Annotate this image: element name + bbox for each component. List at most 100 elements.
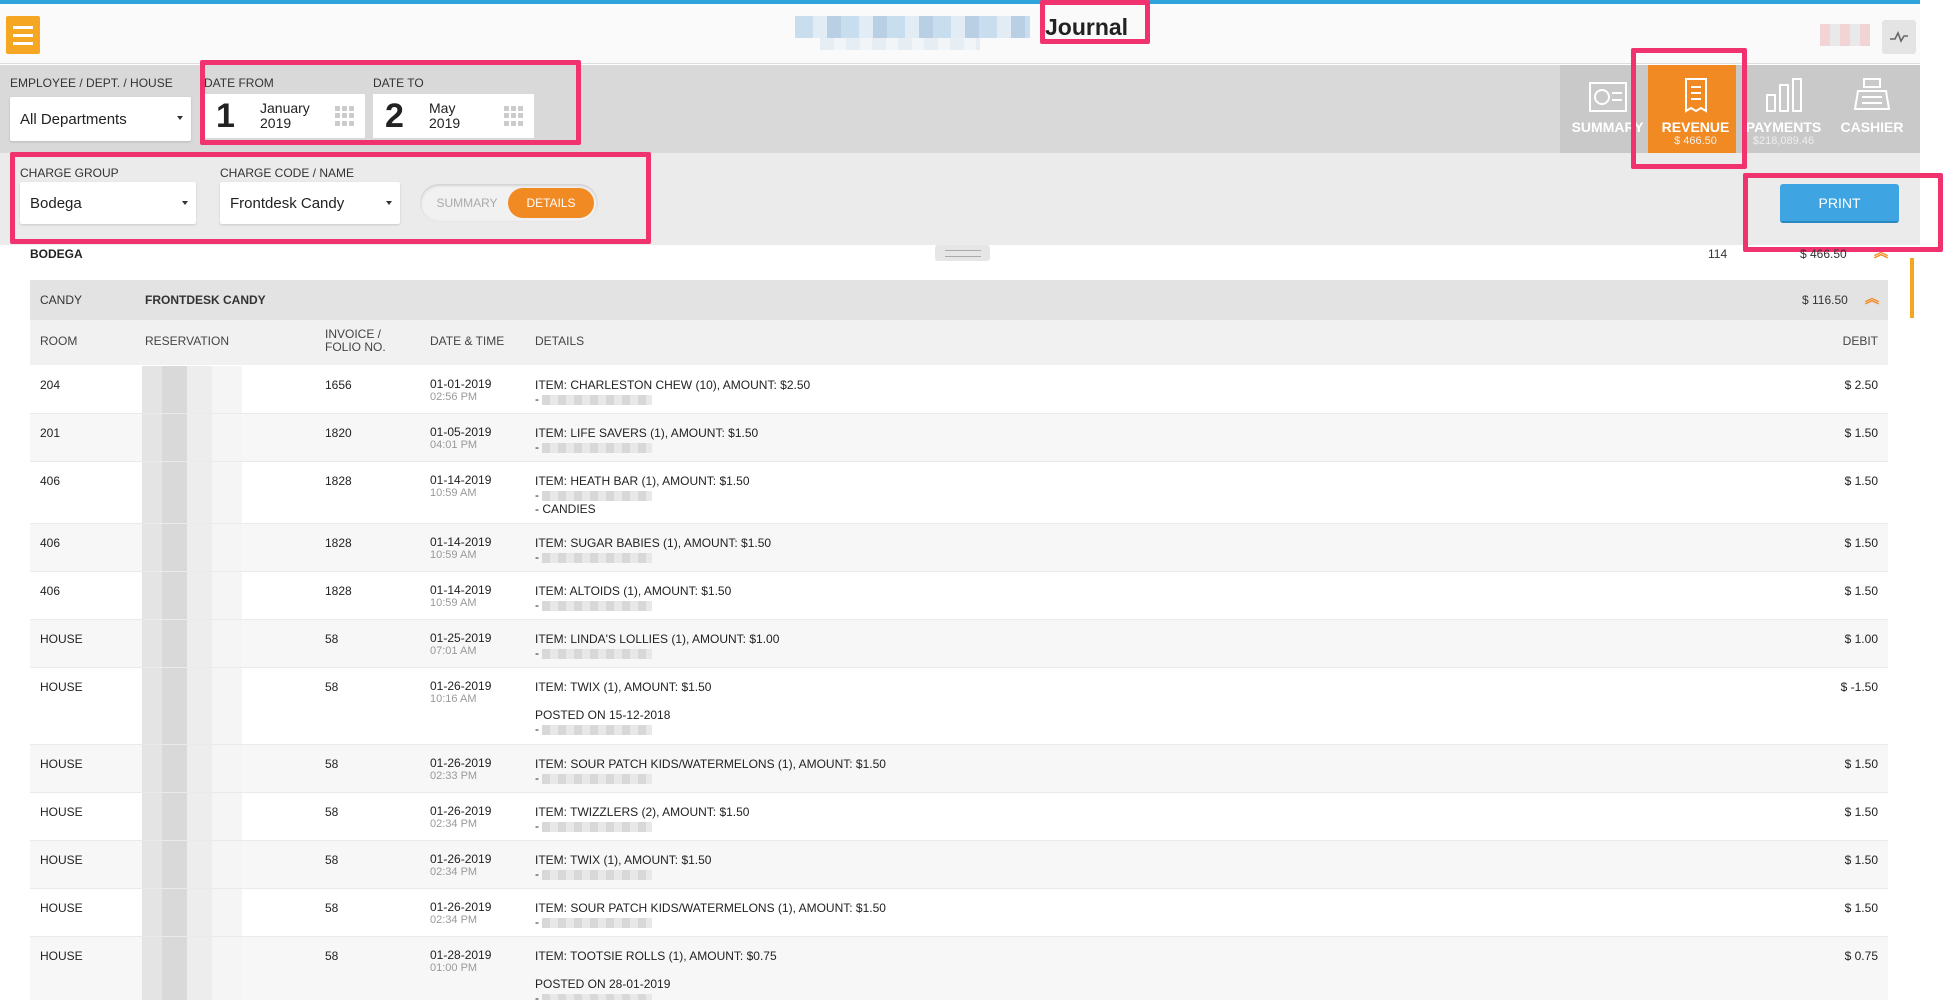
row-item: ITEM: SOUR PATCH KIDS/WATERMELONS (1), A… <box>535 757 886 771</box>
row-debit: $ 1.50 <box>1844 474 1878 488</box>
row-room: HOUSE <box>40 853 83 867</box>
table-row[interactable]: HOUSE 58 01-26-2019 10:16 AM ITEM: TWIX (1),… <box>30 668 1888 745</box>
row-date: 01-26-2019 <box>430 852 492 866</box>
row-time: 04:01 PM <box>430 439 478 451</box>
table-row[interactable]: 406 1828 01-14-2019 10:59 AM ITEM: ALTOIDS (… <box>30 572 1888 620</box>
subgroup-total: $ 116.50 <box>1802 293 1848 307</box>
hamburger-icon[interactable] <box>6 16 40 54</box>
subgroup-name: FRONTDESK CANDY <box>145 293 266 307</box>
row-debit: $ 1.50 <box>1844 426 1878 440</box>
row-guest-redacted: - <box>535 771 1535 785</box>
row-date: 01-14-2019 <box>430 583 492 597</box>
row-time: 01:00 PM <box>430 962 478 974</box>
row-room: 201 <box>40 426 61 440</box>
reservation-redacted <box>142 937 242 1000</box>
row-invoice: 1828 <box>325 536 352 550</box>
table-row[interactable]: HOUSE 58 01-26-2019 02:34 PM ITEM: TWIZZLERS… <box>30 793 1888 841</box>
row-date: 01-26-2019 <box>430 679 492 693</box>
row-debit: $ 1.50 <box>1844 901 1878 915</box>
row-date: 01-26-2019 <box>430 756 492 770</box>
row-date: 01-05-2019 <box>430 425 492 439</box>
row-item: ITEM: TWIZZLERS (2), AMOUNT: $1.50 <box>535 805 750 819</box>
table-row[interactable]: 406 1828 01-14-2019 10:59 AM ITEM: SUGAR BAB… <box>30 524 1888 572</box>
table-row[interactable]: 204 1656 01-01-2019 02:56 PM ITEM: CHARLESTO… <box>30 366 1888 414</box>
row-time: 10:59 AM <box>430 597 477 609</box>
row-debit: $ 1.50 <box>1844 805 1878 819</box>
hotel-subtitle-redacted <box>820 38 980 50</box>
tab-payments[interactable]: PAYMENTS $218,089.46 <box>1736 65 1831 153</box>
col-room: ROOM <box>40 334 78 348</box>
row-posted: POSTED ON 15-12-2018 <box>535 708 671 722</box>
highlight-charge-filters <box>10 152 651 244</box>
collapse-chevron-icon[interactable]: ︽ <box>1874 245 1888 261</box>
row-time: 02:34 PM <box>430 866 478 878</box>
reservation-redacted <box>142 524 242 571</box>
row-room: HOUSE <box>40 757 83 771</box>
group-name: BODEGA <box>30 247 83 261</box>
row-guest-redacted: - <box>535 722 1535 736</box>
row-guest-redacted: - <box>535 550 1535 564</box>
collapse-chevron-icon[interactable]: ︽ <box>1865 291 1879 307</box>
row-item: ITEM: SUGAR BABIES (1), AMOUNT: $1.50 <box>535 536 772 550</box>
reservation-redacted <box>142 745 242 792</box>
row-room: HOUSE <box>40 632 83 646</box>
col-debit: DEBIT <box>1842 334 1878 348</box>
row-debit: $ 0.75 <box>1844 949 1878 963</box>
row-guest-redacted: - <box>535 819 1535 833</box>
row-debit: $ -1.50 <box>1840 680 1878 694</box>
subgroup-header: CANDY FRONTDESK CANDY $ 116.50 ︽ <box>30 280 1888 320</box>
activity-icon[interactable] <box>1882 20 1916 54</box>
drag-handle[interactable] <box>935 245 990 261</box>
row-item: ITEM: LIFE SAVERS (1), AMOUNT: $1.50 <box>535 426 759 440</box>
row-guest-redacted: - <box>535 646 1535 660</box>
table-row[interactable]: HOUSE 58 01-26-2019 02:33 PM ITEM: SOUR PATC… <box>30 745 1888 793</box>
table-row[interactable]: 201 1820 01-05-2019 04:01 PM ITEM: LIFE SAVE… <box>30 414 1888 462</box>
table-row[interactable]: HOUSE 58 01-26-2019 02:34 PM ITEM: TWIX (1),… <box>30 841 1888 889</box>
row-room: 406 <box>40 536 61 550</box>
row-date: 01-26-2019 <box>430 900 492 914</box>
employee-select-value: All Departments <box>20 110 127 128</box>
group-count: 114 <box>1708 247 1728 261</box>
col-details: DETAILS <box>535 334 585 348</box>
bar-chart-icon <box>1736 73 1831 113</box>
row-guest-redacted: - <box>535 991 1535 1000</box>
row-date: 01-14-2019 <box>430 535 492 549</box>
row-invoice: 58 <box>325 901 339 915</box>
table-row[interactable]: HOUSE 58 01-28-2019 01:00 PM ITEM: TOOTSIE R… <box>30 937 1888 1000</box>
reservation-redacted <box>142 414 242 461</box>
table-row[interactable]: 406 1828 01-14-2019 10:59 AM ITEM: HEATH BAR… <box>30 462 1888 524</box>
scrollbar-thumb[interactable] <box>1910 258 1914 318</box>
tab-payments-label: PAYMENTS <box>1745 119 1822 135</box>
reservation-redacted <box>142 462 242 523</box>
table-row[interactable]: HOUSE 58 01-25-2019 07:01 AM ITEM: LINDA'S L… <box>30 620 1888 668</box>
table-row[interactable]: HOUSE 58 01-26-2019 02:34 PM ITEM: SOUR PATC… <box>30 889 1888 937</box>
row-room: HOUSE <box>40 680 83 694</box>
row-date: 01-28-2019 <box>430 948 492 962</box>
row-date: 01-26-2019 <box>430 804 492 818</box>
col-datetime: DATE & TIME <box>430 334 505 348</box>
row-time: 02:56 PM <box>430 391 478 403</box>
tab-cashier[interactable]: CASHIER <box>1824 65 1920 153</box>
row-time: 02:34 PM <box>430 914 478 926</box>
row-guest-redacted: - <box>535 392 1535 406</box>
row-room: 406 <box>40 584 61 598</box>
reservation-redacted <box>142 841 242 888</box>
row-item: ITEM: CHARLESTON CHEW (10), AMOUNT: $2.5… <box>535 378 811 392</box>
row-invoice: 58 <box>325 680 339 694</box>
row-item: ITEM: SOUR PATCH KIDS/WATERMELONS (1), A… <box>535 901 886 915</box>
row-room: 204 <box>40 378 61 392</box>
row-guest-redacted: - <box>535 867 1535 881</box>
row-room: HOUSE <box>40 805 83 819</box>
tab-payments-value: $218,089.46 <box>1752 135 1815 147</box>
row-item: ITEM: TWIX (1), AMOUNT: $1.50 <box>535 680 712 694</box>
highlight-dates <box>200 60 581 145</box>
chevron-down-icon <box>177 116 183 120</box>
group-total: $ 466.50 <box>1800 247 1847 261</box>
row-debit: $ 2.50 <box>1844 378 1878 392</box>
row-guest-redacted: - <box>535 598 1535 612</box>
row-item: ITEM: TOOTSIE ROLLS (1), AMOUNT: $0.75 <box>535 949 777 963</box>
col-reservation: RESERVATION <box>145 334 230 348</box>
row-time: 02:34 PM <box>430 818 478 830</box>
employee-select[interactable]: All Departments <box>10 97 191 141</box>
row-guest-redacted: - <box>535 440 1535 454</box>
